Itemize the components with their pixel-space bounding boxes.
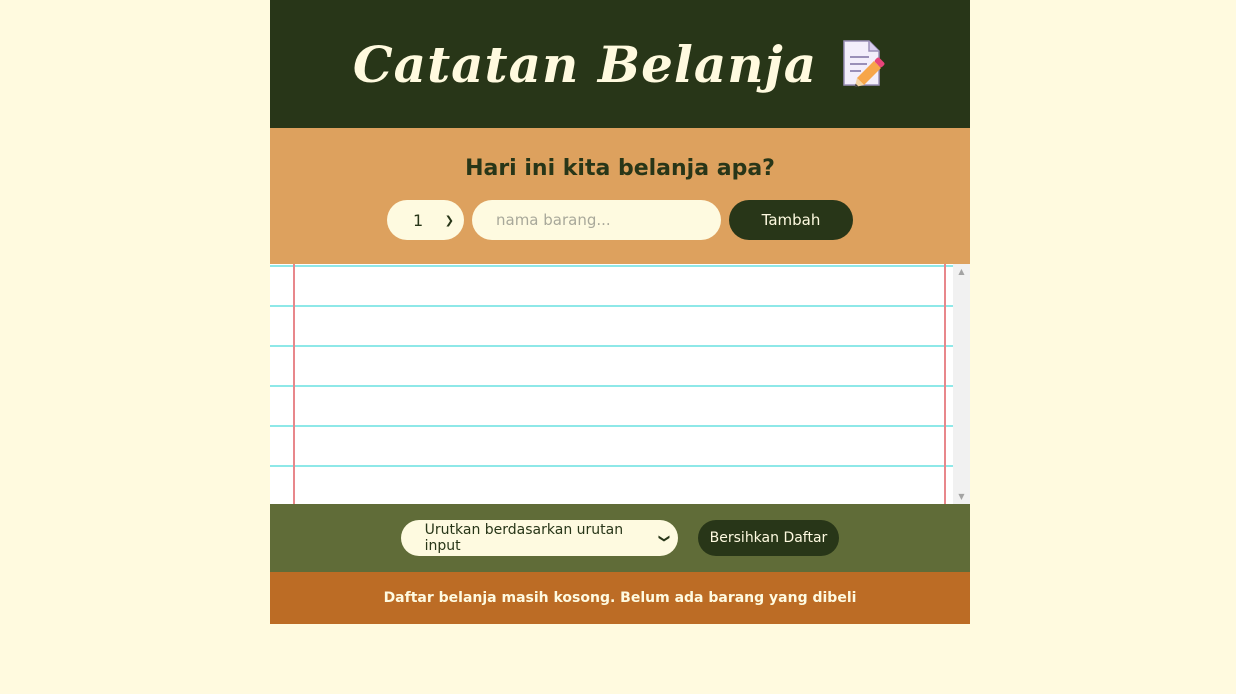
quantity-value: 1 <box>413 210 424 230</box>
margin-line-left <box>293 264 295 504</box>
add-item-row: 1 ❯ Tambah <box>270 200 970 240</box>
chevron-down-icon: ❯ <box>444 213 454 227</box>
list-actions: Urutkan berdasarkan urutan input ❯ Bersi… <box>270 504 970 572</box>
scroll-down-icon[interactable]: ▼ <box>953 492 970 501</box>
memo-icon <box>841 39 887 89</box>
chevron-down-icon: ❯ <box>658 533 672 543</box>
stats-footer: Daftar belanja masih kosong. Belum ada b… <box>270 572 970 624</box>
sort-value: Urutkan berdasarkan urutan input <box>424 522 624 554</box>
scroll-up-icon[interactable]: ▲ <box>953 267 970 276</box>
app-header: Catatan Belanja <box>270 0 970 128</box>
stats-text: Daftar belanja masih kosong. Belum ada b… <box>383 590 857 606</box>
clear-list-button[interactable]: Bersihkan Daftar <box>697 520 840 556</box>
sort-select[interactable]: Urutkan berdasarkan urutan input ❯ <box>400 520 678 556</box>
quantity-select[interactable]: 1 ❯ <box>387 200 464 240</box>
add-item-form <box>270 128 970 264</box>
app-title: Catatan Belanja <box>353 35 887 94</box>
form-heading: Hari ini kita belanja apa? <box>465 156 775 181</box>
margin-line-right <box>944 264 946 504</box>
add-button[interactable]: Tambah <box>729 200 853 240</box>
app-title-text: Catatan Belanja <box>352 34 818 94</box>
shopping-list-app: Catatan Belanja Hari ini kita belanja ap… <box>270 0 970 624</box>
item-name-input[interactable] <box>472 200 721 240</box>
notebook-lines <box>270 264 953 504</box>
list-scrollbar[interactable]: ▲ ▼ <box>953 264 970 504</box>
shopping-list: ▲ ▼ <box>270 264 970 504</box>
